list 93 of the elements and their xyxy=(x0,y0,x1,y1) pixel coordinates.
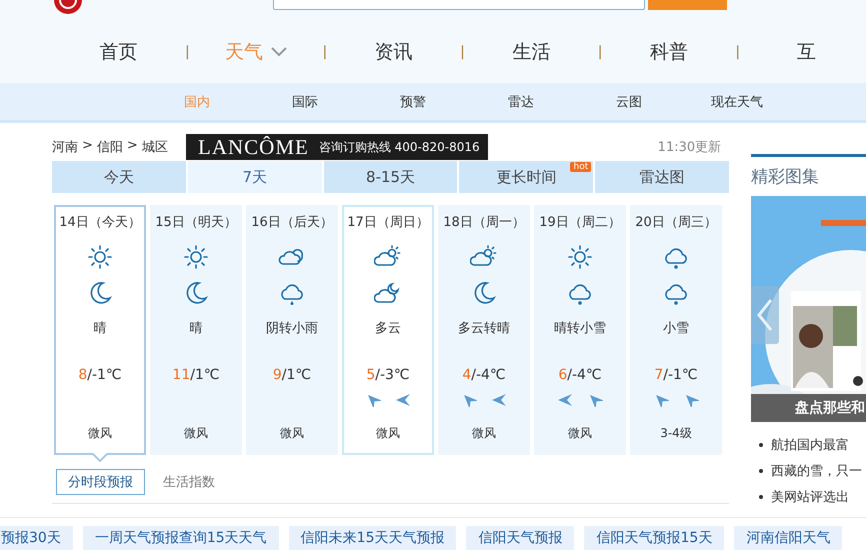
subnav-item[interactable]: 国际 xyxy=(251,92,359,110)
forecast-date: 19日（周二） xyxy=(539,214,621,231)
bullet-icon xyxy=(759,495,764,499)
forecast-date: 18日（周一） xyxy=(443,214,525,231)
wind-arrow-icon xyxy=(557,393,573,407)
bullet-icon xyxy=(759,469,764,473)
subnav-item[interactable]: 现在天气 xyxy=(683,92,791,110)
forecast-day-card[interactable]: 20日（周三） 小雪 7/-1℃ 3-4级 xyxy=(630,205,722,455)
sun-icon xyxy=(86,243,114,271)
nav-item[interactable]: 互 xyxy=(746,39,866,65)
pointer-icon xyxy=(92,453,108,462)
weather-text: 多云 xyxy=(375,320,401,337)
related-link[interactable]: 信阳天气预报 xyxy=(466,526,574,550)
breadcrumb-link[interactable]: 城区 xyxy=(142,138,168,156)
wind-arrow-icon xyxy=(365,393,381,407)
forecast-day-card[interactable]: 19日（周二） 晴转小雪 6/-4℃ 微风 xyxy=(534,205,626,455)
wind-level: 微风 xyxy=(184,425,208,442)
gallery-caption[interactable]: 盘点那些和 xyxy=(751,394,866,422)
temperature: 4/-4℃ xyxy=(462,367,506,383)
related-link[interactable]: 河南信阳天气 xyxy=(734,526,842,550)
wind-arrow-icon xyxy=(683,393,699,407)
wind-arrow-icon xyxy=(461,393,477,407)
sun-icon xyxy=(182,243,210,271)
subnav-item[interactable]: 雷达 xyxy=(467,92,575,110)
nav-item[interactable]: 科普 xyxy=(609,39,728,65)
related-link[interactable]: 信阳天气预报15天 xyxy=(584,526,724,550)
breadcrumb-link[interactable]: 信阳 xyxy=(96,138,123,156)
wind-arrow-icon xyxy=(587,393,603,407)
temperature: 7/-1℃ xyxy=(654,367,698,383)
temperature: 11/1℃ xyxy=(172,367,220,383)
wind-level: 微风 xyxy=(376,425,400,442)
temperature: 6/-4℃ xyxy=(558,367,602,383)
update-time: 11:30更新 xyxy=(658,139,722,156)
forecast-date: 16日（后天） xyxy=(251,214,333,231)
forecast-day-card[interactable]: 15日（明天） 晴 11/1℃ 微风 xyxy=(150,205,242,455)
breadcrumb-separator: > xyxy=(126,138,138,155)
wind-level: 微风 xyxy=(280,425,304,442)
weather-text: 阴转小雨 xyxy=(266,320,318,337)
subnav-item[interactable]: 预警 xyxy=(359,92,467,110)
section-title: 精彩图集 xyxy=(751,166,820,188)
weather-text: 晴转小雪 xyxy=(554,320,606,337)
wind-level: 微风 xyxy=(568,425,592,442)
news-link[interactable]: 西藏的雪，只一 xyxy=(771,462,862,480)
nav-item[interactable]: 生活 xyxy=(472,39,591,65)
related-link[interactable]: 一周天气预报查询15天天气 xyxy=(82,526,279,550)
range-tab[interactable]: 更长时间 hot xyxy=(459,161,594,193)
chevron-down-icon[interactable] xyxy=(271,47,288,57)
nav-item[interactable]: 首页 xyxy=(59,39,178,65)
weather-text: 多云转晴 xyxy=(458,320,510,337)
temperature: 5/-3℃ xyxy=(366,367,410,383)
hot-badge: hot xyxy=(570,162,592,172)
breadcrumb-separator: > xyxy=(82,138,93,155)
detail-tab[interactable]: 分时段预报 xyxy=(56,469,145,495)
news-link[interactable]: 美网站评选出 xyxy=(771,488,850,506)
weather-text: 小雪 xyxy=(663,320,689,337)
wind-level: 微风 xyxy=(88,425,112,442)
forecast-day-card[interactable]: 16日（后天） 阴转小雨 9/1℃ 微风 xyxy=(246,205,338,455)
forecast-date: 14日（今天） xyxy=(59,214,141,231)
range-tab[interactable]: 今天 xyxy=(52,161,186,193)
nav-item[interactable]: 资讯 xyxy=(334,39,454,65)
forecast-date: 15日（明天） xyxy=(155,214,237,231)
wind-arrow-icon xyxy=(653,393,669,407)
temperature: 9/1℃ xyxy=(272,367,312,383)
ad-banner[interactable]: LANCÔME 咨询订购热线 400-820-8016 xyxy=(186,134,488,160)
nav-divider: | xyxy=(734,44,742,60)
weather-text: 晴 xyxy=(190,320,202,337)
range-tab[interactable]: 雷达图 xyxy=(595,161,730,193)
bullet-icon xyxy=(759,443,764,447)
nav-divider: | xyxy=(459,44,466,60)
news-link[interactable]: 航拍国内最富 xyxy=(771,436,850,454)
ad-brand: LANCÔME xyxy=(198,134,309,160)
forecast-day-card[interactable]: 18日（周一） 多云转晴 4/-4℃ 微风 xyxy=(438,205,530,455)
temperature: 8/-1℃ xyxy=(78,367,122,383)
previous-button[interactable] xyxy=(751,286,780,344)
nav-divider: | xyxy=(322,44,328,60)
nav-divider: | xyxy=(184,44,191,60)
wind-level: 微风 xyxy=(472,425,496,442)
related-link[interactable]: 预报30天 xyxy=(0,526,73,550)
range-tab[interactable]: 8-15天 xyxy=(324,161,458,193)
wind-level: 3-4级 xyxy=(660,425,692,442)
wind-arrow-icon xyxy=(491,393,507,407)
range-tab[interactable]: 7天 xyxy=(188,161,322,193)
breadcrumb-link[interactable]: 河南 xyxy=(52,138,78,156)
weather-text: 晴 xyxy=(94,320,106,337)
wind-arrow-icon xyxy=(395,393,411,407)
forecast-date: 17日（周日） xyxy=(347,214,429,231)
subnav-item[interactable]: 云图 xyxy=(575,92,683,110)
ad-text: 咨询订购热线 400-820-8016 xyxy=(318,138,480,156)
forecast-date: 20日（周三） xyxy=(635,214,717,231)
sun-icon xyxy=(566,243,594,271)
forecast-day-card[interactable]: 17日（周日） 多云 5/-3℃ 微风 xyxy=(342,205,434,455)
related-link[interactable]: 信阳未来15天天气预报 xyxy=(288,526,456,550)
nav-divider: | xyxy=(596,44,604,60)
